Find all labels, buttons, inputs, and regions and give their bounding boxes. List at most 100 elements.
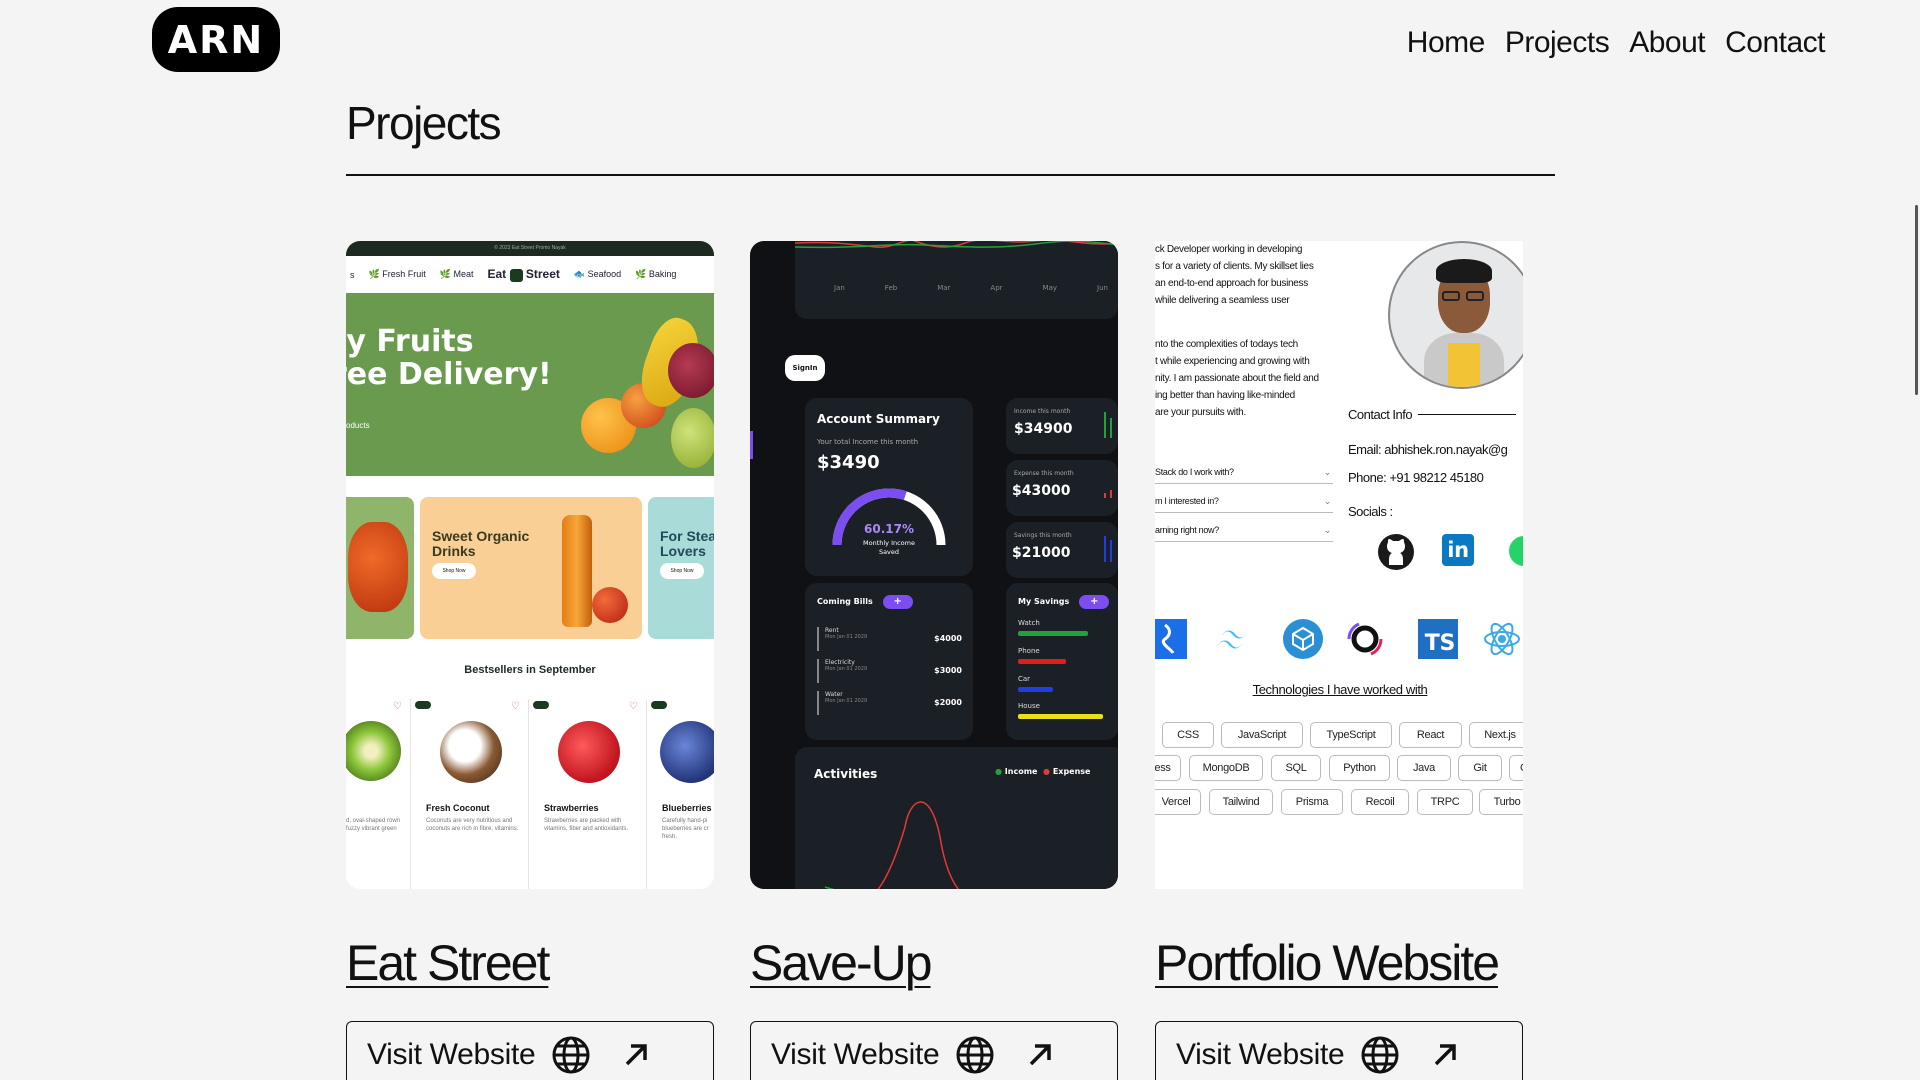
bottle-image [562,515,592,627]
es-category-tiles: Sweet Organic Drinks Shop Now For Stea L… [346,497,714,639]
su-savings-bars [1104,536,1106,562]
project-title[interactable]: Eat Street [346,934,550,992]
es-nav-seafood: 🐟 Seafood [573,269,622,279]
su-signin-button[interactable]: SignIn [785,355,825,381]
linkedin-icon[interactable]: in [1442,534,1474,566]
es-tile-steak[interactable]: For Stea Lovers Shop Now [648,497,714,639]
tech-chip: TypeScript [1310,722,1392,748]
su-expense-value: $43000 [1012,483,1071,499]
pf-faq-item[interactable]: arning right now? ⌄ [1155,525,1333,542]
nav-about[interactable]: About [1629,26,1705,60]
new-badge [533,701,549,709]
su-income-value: $34900 [1014,421,1073,437]
visit-website-label: Visit Website [367,1038,536,1071]
green-grapes-image [671,408,714,468]
visit-website-label: Visit Website [771,1038,940,1071]
pf-email: Email: abhishek.ron.nayak@g [1348,442,1508,457]
favorite-icon[interactable]: ♡ [511,701,520,712]
page-scrollbar[interactable] [1904,0,1920,1080]
es-hero-sub: oducts [346,421,370,430]
es-shop-now-button[interactable]: Shop Now [660,563,704,579]
pf-about-para: nto the complexities of todays tech t whi… [1155,339,1319,418]
product-card[interactable]: ♡ d, oval-shaped rown fuzzy vibrant gree… [346,699,411,889]
bill-item: Water Mon Jan 01 2029 $2000 [817,691,962,715]
su-months: Jan Feb Mar Apr May Jun [834,284,1108,292]
eat-street-preview[interactable]: © 2023 Eat Street Promo Nayak s 🌿 Fresh … [346,241,714,889]
codesandbox-icon [1283,619,1323,659]
es-top-banner: © 2023 Eat Street Promo Nayak [346,241,714,256]
product-card[interactable]: Blueberries Carefully hand-pi blueberrie… [648,699,714,889]
tech-chip: JavaScript [1221,722,1303,748]
tech-chip: G [1509,755,1523,781]
save-up-preview[interactable]: Jan Feb Mar Apr May Jun SignIn Account Summar… [750,241,1118,889]
chevron-down-icon: ⌄ [1323,496,1332,506]
visit-website-button[interactable]: Visit Website [346,1021,714,1080]
scroll-thumb[interactable] [1915,205,1918,395]
favorite-icon[interactable]: ♡ [393,701,402,712]
visit-website-label: Visit Website [1176,1038,1345,1071]
arrow-up-right-icon [621,1040,651,1070]
favorite-icon[interactable]: ♡ [629,701,638,712]
saving-bar [1018,687,1053,692]
es-product-list: ♡ d, oval-shaped rown fuzzy vibrant gree… [346,699,714,889]
es-nav-fresh-fruit: 🌿 Fresh Fruit [368,269,426,279]
nav-contact[interactable]: Contact [1725,26,1825,60]
es-tile-seafood[interactable] [346,497,414,639]
su-gauge-percent: 60.17% [864,522,914,536]
su-activities: Activities ● Income ● Expense [795,747,1118,889]
nav-projects[interactable]: Projects [1505,26,1610,60]
add-bill-button[interactable]: + [882,595,913,609]
globe-icon [955,1035,995,1075]
pf-faq-item[interactable]: Stack do I work with? ⌄ [1155,467,1333,484]
tech-chip: SQL [1271,755,1321,781]
pf-faq-item[interactable]: m I interested in? ⌄ [1155,496,1333,513]
tech-chip: Vercel [1155,789,1201,815]
tech-chip: Java [1397,755,1451,781]
tech-chip: Recoil [1351,789,1409,815]
su-income-card: Income this month $34900 [1006,398,1118,454]
project-title[interactable]: Portfolio Website [1155,934,1500,992]
su-coming-bills: Coming Bills + Rent Mon Jan 01 2029 $4000 E… [805,583,973,740]
es-nav: s 🌿 Fresh Fruit 🌿 Meat Eat Street 🐟 Seaf… [346,256,714,293]
github-icon[interactable] [1378,534,1414,570]
su-coming-bills-title: Coming Bills + [817,595,913,609]
es-brand: Eat Street [487,267,560,282]
tech-chip: Prisma [1281,789,1343,815]
technologies-link[interactable]: Technologies I have worked with [1155,682,1523,697]
product-card[interactable]: ♡ Fresh Coconut Coconuts are very nutrit… [412,699,529,889]
tech-chip: Tailwind [1209,789,1273,815]
su-savings-bars [1110,540,1112,562]
bill-item: Rent Mon Jan 01 2029 $4000 [817,627,962,651]
su-sidebar-edge [750,431,753,459]
su-account-summary: Account Summary Your total Income this m… [805,398,973,576]
tech-chip: CSS [1162,722,1214,748]
grapes-image [668,343,714,398]
product-name: Blueberries [662,803,712,813]
su-top-line-chart [795,241,1118,249]
es-hero: ty Fruits ree Delivery! oducts [346,293,714,476]
main-nav: Home Projects About Contact [1407,26,1826,60]
pf-phone: Phone: +91 98212 45180 [1348,470,1484,485]
site-logo[interactable]: ARN [152,7,280,72]
project-title[interactable]: Save-Up [750,934,933,992]
su-my-savings: My Savings + Watch Phone Car House [1006,583,1118,740]
visit-website-button[interactable]: Visit Website [1155,1021,1523,1080]
portfolio-preview[interactable]: ck Developer working in developing s for … [1155,241,1523,889]
su-my-savings-title: My Savings + [1018,595,1110,609]
su-expense-bars [1110,490,1112,498]
su-savings-card: Savings this month $21000 [1006,522,1118,578]
coconut-image [440,721,502,783]
add-saving-button[interactable]: + [1079,595,1110,609]
tech-chip: Turbo [1479,789,1523,815]
su-expense-card: Expense this month $43000 [1006,460,1118,516]
arrow-up-right-icon [1430,1040,1460,1070]
es-shop-now-button[interactable]: Shop Now [432,563,476,579]
product-card[interactable]: ♡ Strawberries Strawberries are packed w… [530,699,647,889]
su-savings-label: Savings this month [1014,532,1072,539]
es-tile-drinks[interactable]: Sweet Organic Drinks Shop Now [420,497,642,639]
oval-icon [1345,619,1385,659]
es-tile-steak-title: For Stea Lovers [660,528,714,559]
whatsapp-icon[interactable] [1509,536,1523,566]
visit-website-button[interactable]: Visit Website [750,1021,1118,1080]
nav-home[interactable]: Home [1407,26,1486,60]
